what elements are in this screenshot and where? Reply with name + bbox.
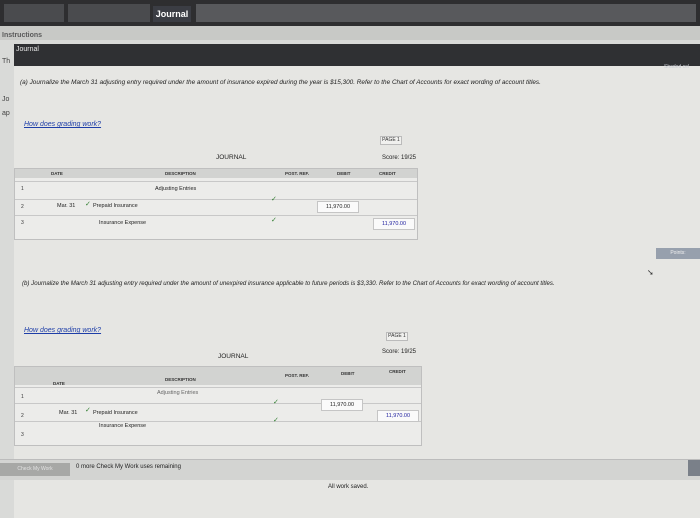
bottom-bar: Check My Work 0 more Check My Work uses … — [0, 459, 700, 480]
score-a: Score: 19/25 — [382, 155, 417, 161]
page-label-b: PAGE 1 — [386, 332, 408, 341]
description-cell[interactable]: Adjusting Entries — [155, 186, 196, 192]
panel-header: Journal — [14, 44, 700, 66]
debit-amount-cell[interactable]: 11,970.00 — [317, 201, 359, 213]
table-header — [15, 367, 421, 385]
check-icon: ✓ — [85, 201, 91, 208]
check-icon: ✓ — [273, 399, 279, 406]
grading-link-a[interactable]: How does grading work? — [24, 121, 101, 128]
header-description: DESCRIPTION — [165, 171, 196, 176]
table-row: 2 Mar. 31 ✓ Prepaid Insurance ✓ 11,970.0… — [15, 196, 417, 215]
check-icon: ✓ — [85, 407, 91, 414]
shaded-cell-note: Shaded cel — [664, 64, 690, 70]
save-status: All work saved. — [328, 484, 369, 490]
panel-title: Journal — [16, 46, 39, 53]
side-letter: Th — [2, 58, 11, 65]
next-button[interactable] — [688, 460, 700, 476]
header-date: DATE — [53, 381, 65, 386]
table-row: 3 Insurance Expense ✓ 11,970.00 — [15, 215, 417, 231]
table-row: 3 Insurance Expense ✓ 11,970.00 — [15, 410, 421, 438]
table-row: 1 Adjusting Entries — [15, 181, 417, 197]
row-number: 3 — [21, 432, 24, 438]
page-label-a: PAGE 1 — [380, 136, 402, 145]
remaining-checks-note: 0 more Check My Work uses remaining — [76, 464, 181, 470]
part-b-question: (b) Journalize the March 31 adjusting en… — [22, 280, 555, 287]
description-cell[interactable]: Prepaid Insurance — [93, 410, 138, 416]
header-debit: DEBIT — [337, 171, 351, 176]
journal-table-b: DATE DESCRIPTION POST. REF. DEBIT CREDIT… — [14, 366, 422, 446]
toolbar-segment — [4, 4, 64, 22]
grading-link-b[interactable]: How does grading work? — [24, 327, 101, 334]
credit-amount-cell[interactable]: 11,970.00 — [377, 410, 419, 422]
header-date: DATE — [51, 171, 63, 176]
credit-amount-cell[interactable]: 11,970.00 — [373, 218, 415, 230]
date-cell[interactable]: Mar. 31 — [57, 203, 75, 209]
row-number: 1 — [21, 394, 24, 400]
main-content — [14, 66, 700, 518]
header-credit: CREDIT — [379, 171, 396, 176]
header-debit: DEBIT — [341, 371, 355, 376]
description-cell[interactable]: Insurance Expense — [99, 423, 146, 429]
toolbar-segment — [68, 4, 150, 22]
check-my-work-button[interactable]: Check My Work — [0, 463, 70, 476]
check-icon: ✓ — [271, 217, 277, 224]
journal-table-a: DATE DESCRIPTION POST. REF. DEBIT CREDIT… — [14, 168, 418, 240]
side-letter: Jo — [2, 96, 10, 103]
part-a-question: (a) Journalize the March 31 adjusting en… — [20, 79, 541, 86]
row-number: 3 — [21, 220, 24, 226]
description-cell[interactable]: Adjusting Entries — [157, 390, 198, 396]
check-icon: ✓ — [273, 417, 279, 424]
description-cell[interactable]: Insurance Expense — [99, 220, 146, 226]
journal-title-a: JOURNAL — [216, 154, 247, 161]
description-cell[interactable]: Prepaid Insurance — [93, 203, 138, 209]
instructions-bar — [0, 26, 700, 40]
check-icon: ✓ — [271, 196, 277, 203]
header-post-ref: POST. REF. — [285, 171, 310, 176]
row-number: 2 — [21, 204, 24, 210]
toolbar-segment — [196, 4, 696, 22]
instructions-tab[interactable]: Instructions — [2, 32, 42, 39]
header-description: DESCRIPTION — [165, 377, 196, 382]
header-credit: CREDIT — [389, 369, 406, 374]
score-b: Score: 19/25 — [382, 349, 417, 355]
debit-amount-cell[interactable]: 11,970.00 — [321, 399, 363, 411]
tab-journal[interactable]: Journal — [153, 6, 191, 22]
cursor-icon: ➘ — [647, 268, 654, 277]
date-cell[interactable]: Mar. 31 — [59, 410, 77, 416]
side-letter: ap — [2, 110, 10, 117]
points-button[interactable]: Points: — [656, 248, 700, 259]
table-header — [15, 169, 417, 178]
header-post-ref: POST. REF. — [285, 373, 310, 378]
journal-title-b: JOURNAL — [218, 353, 249, 360]
row-number: 1 — [21, 186, 24, 192]
row-number: 2 — [21, 413, 24, 419]
table-row: 2 Mar. 31 ✓ Prepaid Insurance ✓ 11,970.0… — [15, 399, 421, 420]
top-toolbar: Journal — [0, 0, 700, 26]
